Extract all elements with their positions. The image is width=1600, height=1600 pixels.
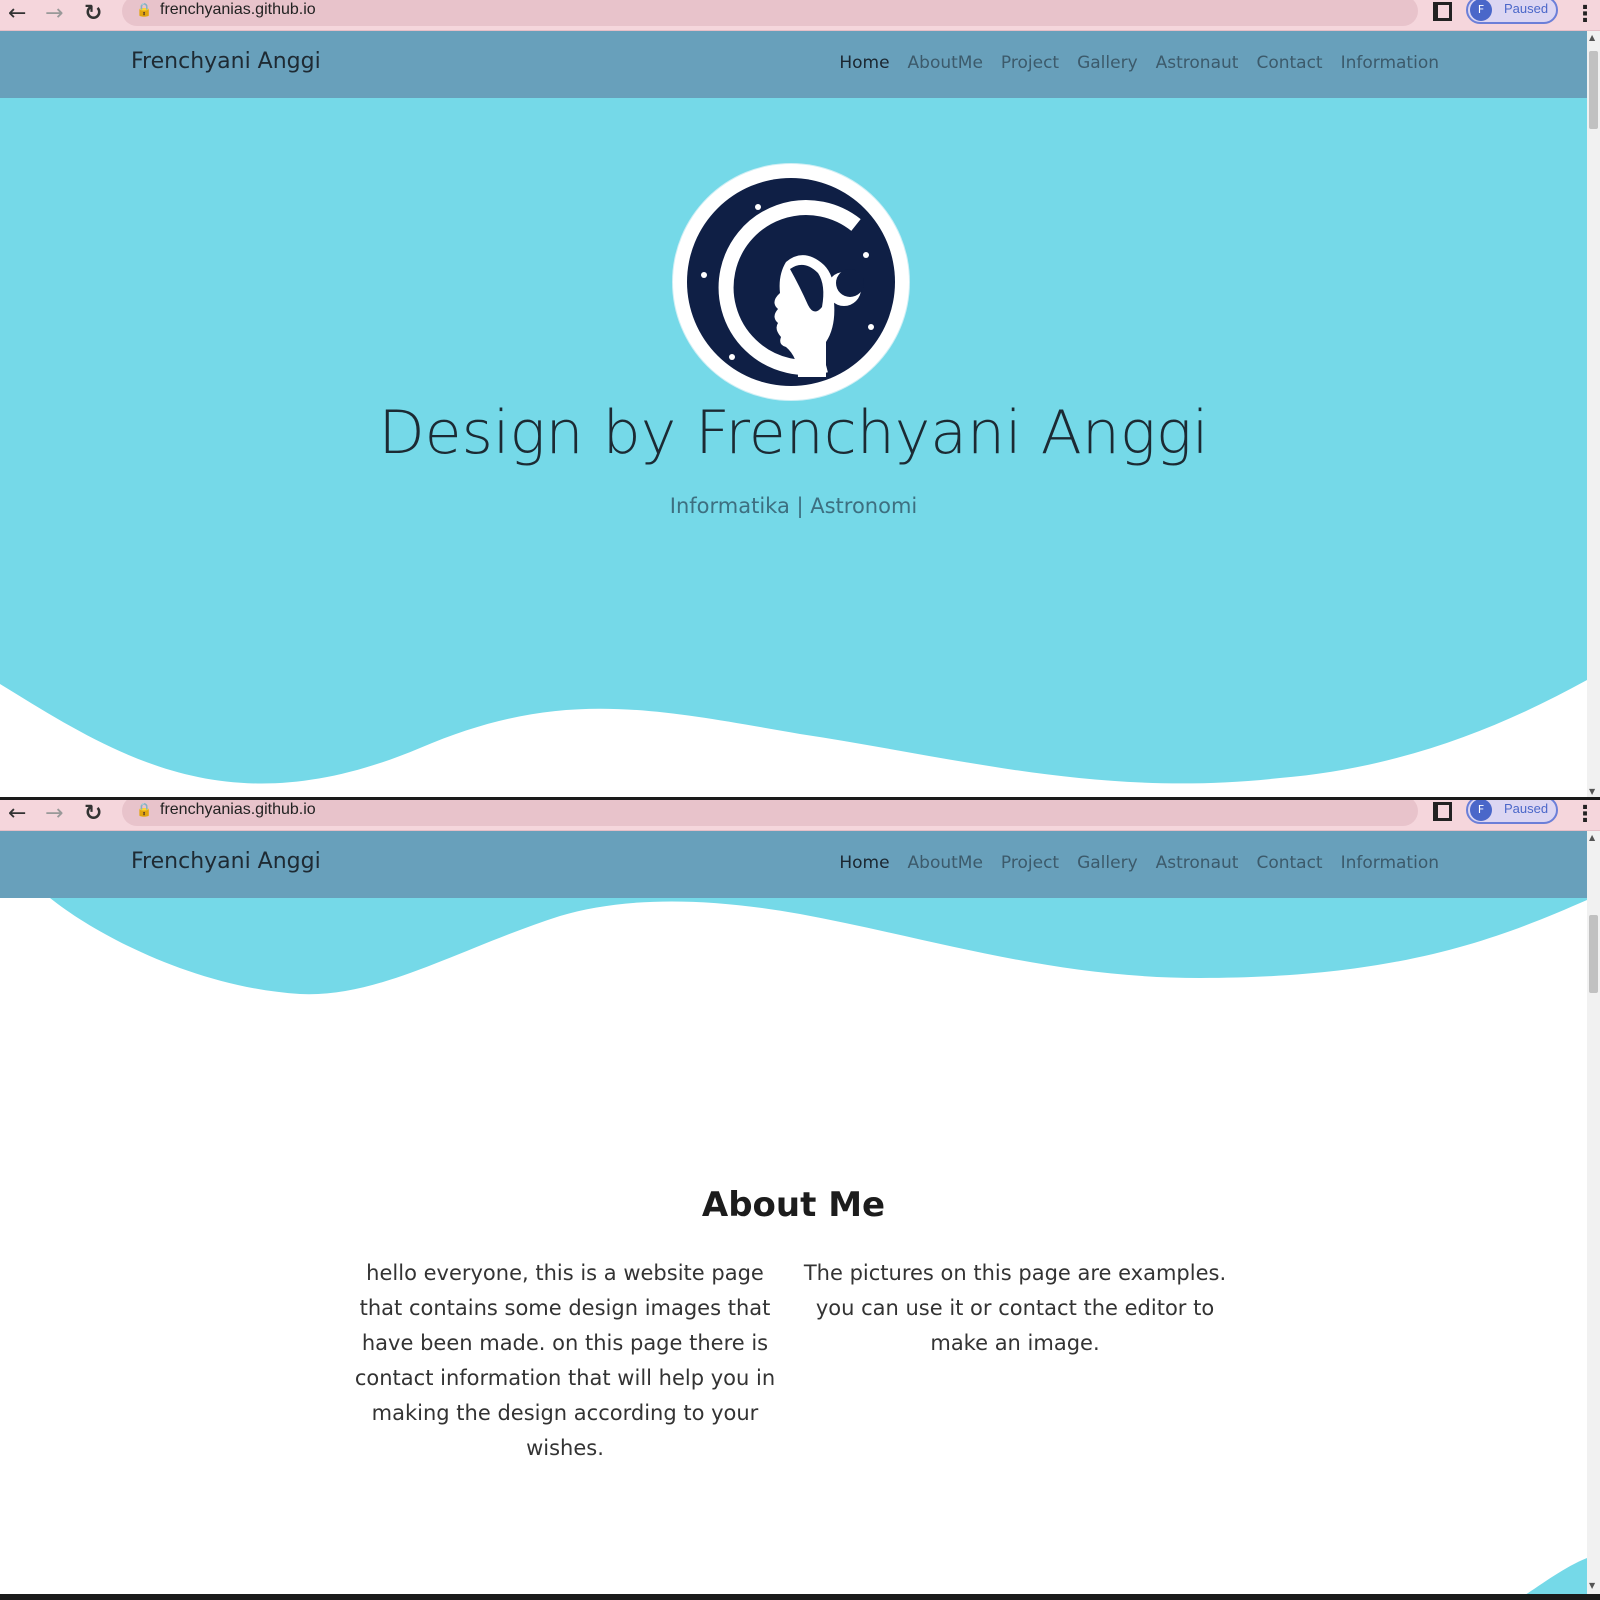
- lock-icon[interactable]: 🔒: [136, 803, 152, 818]
- avatar: F: [1470, 0, 1492, 21]
- lock-icon[interactable]: 🔒: [136, 3, 152, 18]
- nav-project[interactable]: Project: [1001, 53, 1059, 73]
- nav-home[interactable]: Home: [839, 853, 889, 873]
- back-arrow-icon[interactable]: ←: [8, 2, 26, 26]
- scroll-thumb[interactable]: [1589, 915, 1598, 993]
- nav-information[interactable]: Information: [1341, 853, 1439, 873]
- site-brand[interactable]: Frenchyani Anggi: [131, 849, 321, 874]
- nav-project[interactable]: Project: [1001, 853, 1059, 873]
- avatar: F: [1470, 800, 1492, 821]
- scroll-thumb[interactable]: [1589, 51, 1598, 129]
- about-title: About Me: [701, 1185, 886, 1225]
- profile-status: Paused: [1504, 801, 1549, 816]
- site-navbar: Frenchyani Anggi Home AboutMe Project Ga…: [0, 31, 1587, 98]
- nav-links: Home AboutMe Project Gallery Astronaut C…: [839, 53, 1439, 73]
- hero-wave: [0, 680, 1587, 798]
- profile-button[interactable]: F Paused: [1466, 800, 1558, 824]
- forward-arrow-icon[interactable]: →: [45, 2, 63, 26]
- reload-icon[interactable]: ↻: [84, 802, 102, 826]
- browser-toolbar: ← → ↻ 🔒 frenchyanias.github.io ↗ ☆ F Pau…: [0, 800, 1600, 831]
- nav-links: Home AboutMe Project Gallery Astronaut C…: [839, 853, 1439, 873]
- scroll-down-icon[interactable]: ▼: [1589, 1581, 1595, 1590]
- nav-astronaut[interactable]: Astronaut: [1156, 853, 1239, 873]
- scrollbar[interactable]: ▲ ▼: [1587, 31, 1600, 798]
- hero-wave-bottom: [0, 898, 1587, 995]
- nav-contact[interactable]: Contact: [1256, 53, 1322, 73]
- astronaut-girl-logo: [687, 178, 895, 386]
- screenshot-bottom-edge: [0, 1594, 1600, 1600]
- hero-section: Design by Frenchyani Anggi Informatika |…: [0, 98, 1587, 798]
- nav-aboutme[interactable]: AboutMe: [908, 53, 983, 73]
- browser-toolbar: ← → ↻ 🔒 frenchyanias.github.io ↗ ☆ F Pau…: [0, 0, 1600, 31]
- profile-status: Paused: [1504, 1, 1549, 16]
- nav-home[interactable]: Home: [839, 53, 889, 73]
- forward-arrow-icon[interactable]: →: [45, 802, 63, 826]
- scrollbar[interactable]: ▲ ▼: [1587, 831, 1600, 1600]
- nav-aboutme[interactable]: AboutMe: [908, 853, 983, 873]
- address-bar[interactable]: 🔒 frenchyanias.github.io ↗ ☆: [122, 800, 1524, 826]
- menu-dots-icon[interactable]: ⋮: [1574, 802, 1596, 827]
- url-text[interactable]: frenchyanias.github.io: [160, 801, 316, 819]
- hero-title: Design by Frenchyani Anggi: [378, 398, 1209, 468]
- nav-gallery[interactable]: Gallery: [1077, 853, 1138, 873]
- about-right-text: The pictures on this page are examples. …: [803, 1261, 1227, 1355]
- profile-button[interactable]: F Paused: [1466, 0, 1558, 24]
- nav-astronaut[interactable]: Astronaut: [1156, 53, 1239, 73]
- site-navbar: Frenchyani Anggi Home AboutMe Project Ga…: [0, 831, 1587, 898]
- logo: [673, 164, 909, 400]
- nav-gallery[interactable]: Gallery: [1077, 53, 1138, 73]
- nav-contact[interactable]: Contact: [1256, 853, 1322, 873]
- scroll-up-icon[interactable]: ▲: [1589, 33, 1595, 42]
- url-text[interactable]: frenchyanias.github.io: [160, 1, 316, 19]
- side-panel-icon[interactable]: [1433, 2, 1452, 21]
- nav-information[interactable]: Information: [1341, 53, 1439, 73]
- screenshot-bottom: ← → ↻ 🔒 frenchyanias.github.io ↗ ☆ F Pau…: [0, 800, 1600, 1600]
- site-brand[interactable]: Frenchyani Anggi: [131, 49, 321, 74]
- side-panel-icon[interactable]: [1433, 802, 1452, 821]
- reload-icon[interactable]: ↻: [84, 2, 102, 26]
- about-left-text: hello everyone, this is a website page t…: [354, 1261, 776, 1460]
- hero-subtitle: Informatika | Astronomi: [669, 494, 918, 518]
- address-bar[interactable]: 🔒 frenchyanias.github.io ↗ ☆: [122, 0, 1524, 26]
- back-arrow-icon[interactable]: ←: [8, 802, 26, 826]
- screenshot-top: ← → ↻ 🔒 frenchyanias.github.io ↗ ☆ F Pau…: [0, 0, 1600, 798]
- scroll-down-icon[interactable]: ▼: [1589, 787, 1595, 796]
- menu-dots-icon[interactable]: ⋮: [1574, 2, 1596, 27]
- scroll-up-icon[interactable]: ▲: [1589, 833, 1595, 842]
